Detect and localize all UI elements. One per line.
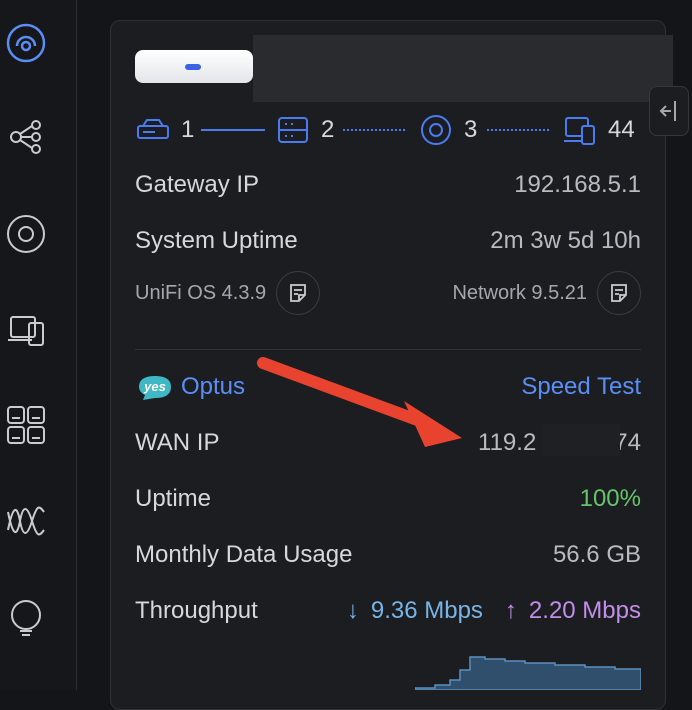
uplink-line (201, 129, 265, 131)
download-value: 9.36 Mbps (370, 597, 483, 624)
switch-count: 2 (321, 116, 335, 143)
isp-badge-text: yes (143, 379, 166, 394)
ap-count: 3 (464, 116, 478, 143)
gateway-icon (137, 119, 169, 139)
isp-logo-icon: yes (139, 376, 171, 400)
system-uptime-row: System Uptime 2m 3w 5d 10h (135, 224, 641, 258)
system-uptime-value: 2m 3w 5d 10h (490, 227, 641, 254)
wan-ip-prefix: 119.2 (478, 429, 537, 456)
dashboard-icon[interactable] (5, 22, 47, 64)
os-release-notes-button[interactable] (276, 271, 321, 315)
wifi-icon[interactable] (5, 500, 47, 542)
throughput-chart-area (415, 656, 641, 690)
gateway-ip-value[interactable]: 192.168.5.1 (514, 171, 641, 199)
redacted-device-name (253, 35, 673, 102)
data-usage-label: Monthly Data Usage (135, 541, 353, 568)
wan-uptime-label: Uptime (135, 485, 212, 512)
release-notes-icon (611, 284, 627, 302)
topology-icon[interactable] (5, 116, 47, 158)
upload-value: 2.20 Mbps (528, 597, 641, 624)
os-version: UniFi OS 4.3.9 (135, 281, 267, 304)
sidebar (0, 0, 77, 690)
client-devices-icon[interactable] (5, 309, 47, 351)
upload-arrow-icon: ↑ (504, 597, 517, 624)
throughput-chart (415, 656, 641, 690)
throughput-row: Throughput ↓ 9.36 Mbps ↑ 2.20 Mbps (135, 594, 641, 628)
network-release-notes-button[interactable] (597, 271, 641, 315)
wan-uptime-row: Uptime 100% (135, 482, 641, 516)
client-count: 44 (608, 116, 635, 143)
topology-switch[interactable]: 2 (275, 114, 334, 146)
data-usage-value: 56.6 GB (552, 541, 641, 568)
speed-test-link[interactable]: Speed Test (521, 373, 641, 401)
clients-icon (564, 117, 595, 145)
gateway-ip-label: Gateway IP (135, 171, 260, 198)
throughput-label: Throughput (135, 597, 258, 624)
gateway-count: 1 (181, 116, 195, 143)
redacted-wan-ip (542, 424, 620, 456)
devices-icon[interactable] (5, 213, 47, 255)
insights-icon[interactable] (5, 597, 47, 639)
download-arrow-icon: ↓ (346, 597, 359, 624)
topology-ap[interactable]: 3 (418, 114, 477, 146)
release-notes-icon (290, 284, 307, 302)
isp-row: yes Optus Speed Test (135, 370, 641, 404)
data-usage-row: Monthly Data Usage 56.6 GB (135, 538, 641, 572)
network-version: Network 9.5.21 (452, 281, 587, 304)
topology-gateway[interactable]: 1 (135, 114, 194, 146)
version-row: UniFi OS 4.3.9 Network 9.5.21 (135, 270, 641, 316)
wan-uptime-value: 100% (579, 485, 641, 512)
collapse-icon (659, 101, 676, 121)
ap-line (487, 129, 549, 131)
switch-line (343, 129, 405, 131)
access-point-icon (421, 115, 451, 145)
topology-clients[interactable]: 44 (562, 114, 635, 146)
section-divider (135, 349, 641, 350)
system-uptime-label: System Uptime (135, 227, 298, 254)
switch-icon (278, 117, 308, 143)
collapse-panel-button[interactable] (649, 86, 689, 136)
gateway-device-image (135, 50, 253, 83)
isp-name-link[interactable]: Optus (181, 373, 245, 401)
ports-icon[interactable] (5, 404, 47, 446)
wan-ip-label: WAN IP (135, 429, 220, 456)
gateway-ip-row: Gateway IP 192.168.5.1 (135, 168, 641, 202)
